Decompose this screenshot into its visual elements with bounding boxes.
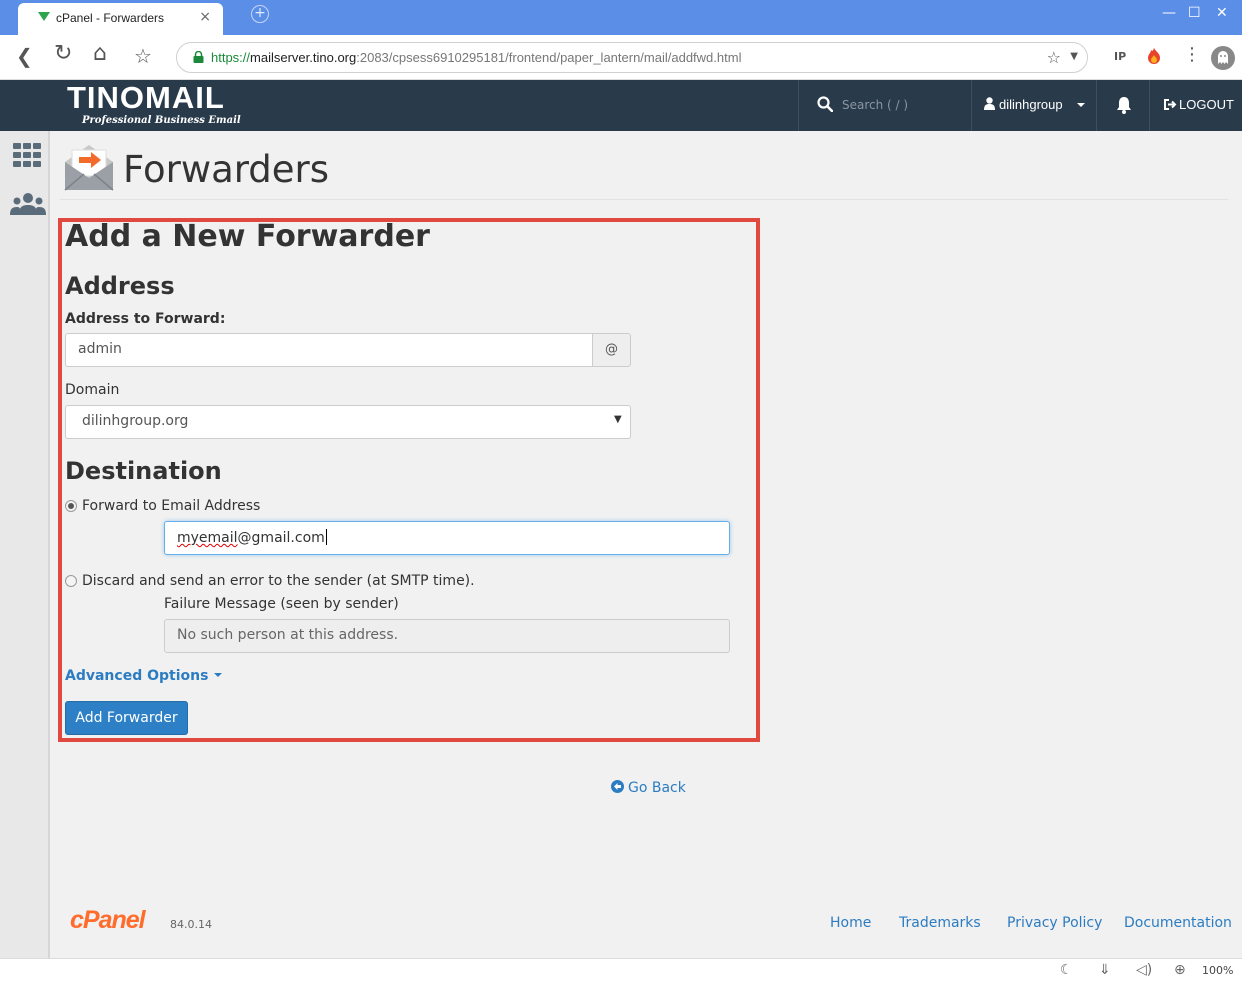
home-icon[interactable]: ⌂ <box>93 41 107 66</box>
bookmark-icon[interactable]: ☆ <box>134 44 152 68</box>
back-icon[interactable]: ❮ <box>16 44 33 68</box>
address-label: Address to Forward: <box>65 311 226 327</box>
cpanel-version: 84.0.14 <box>170 918 212 931</box>
footer-privacy-link[interactable]: Privacy Policy <box>1007 915 1102 931</box>
address-section-heading: Address <box>65 272 175 300</box>
nav-divider <box>1149 80 1150 131</box>
ip-extension-icon[interactable]: IP <box>1114 50 1126 63</box>
address-input[interactable]: admin <box>65 333 593 367</box>
search-input[interactable]: Search ( / ) <box>800 80 971 131</box>
cpanel-favicon-icon <box>38 12 50 21</box>
discard-radio[interactable] <box>65 575 77 587</box>
volume-icon[interactable]: ◁) <box>1136 962 1152 978</box>
users-icon[interactable] <box>10 193 46 215</box>
maximize-icon[interactable]: ☐ <box>1188 5 1201 21</box>
zoom-icon[interactable]: ⊕ <box>1174 962 1186 978</box>
destination-section-heading: Destination <box>65 457 222 485</box>
browser-menu-icon[interactable]: ⋮ <box>1183 44 1201 65</box>
url-text: https://mailserver.tino.org:2083/cpsess6… <box>211 50 742 65</box>
add-forwarder-button[interactable]: Add Forwarder <box>65 701 188 735</box>
cpanel-topbar: TINOMAIL Professional Business Email Sea… <box>0 80 1242 131</box>
new-tab-icon[interactable]: + <box>251 5 269 23</box>
browser-statusbar: ☾ ⇓ ◁) ⊕ 100% <box>0 958 1242 982</box>
failure-message-input[interactable]: No such person at this address. <box>164 619 730 653</box>
close-window-icon[interactable]: ✕ <box>1216 5 1228 21</box>
sidebar <box>0 131 50 958</box>
forward-radio[interactable] <box>65 500 77 512</box>
nav-divider <box>798 80 799 131</box>
discard-option-label[interactable]: Discard and send an error to the sender … <box>82 573 475 589</box>
caret-down-icon <box>214 673 223 677</box>
forwarders-envelope-icon <box>64 145 114 191</box>
fire-extension-icon[interactable] <box>1147 48 1161 64</box>
user-icon <box>984 97 995 110</box>
browser-toolbar: ❮ ↻ ⌂ ☆ https://mailserver.tino.org:2083… <box>0 35 1242 80</box>
domain-select[interactable]: dilinhgroup.org <box>65 405 631 439</box>
reload-icon[interactable]: ↻ <box>54 41 72 66</box>
go-back-link[interactable]: Go Back <box>611 780 686 796</box>
failure-message-label: Failure Message (seen by sender) <box>164 596 399 612</box>
page-title: Forwarders <box>123 148 330 191</box>
minimize-icon[interactable]: — <box>1162 5 1176 21</box>
logout-icon <box>1164 99 1177 110</box>
download-icon[interactable]: ⇓ <box>1099 962 1111 978</box>
moon-icon[interactable]: ☾ <box>1060 962 1073 978</box>
at-symbol-addon: @ <box>592 333 631 367</box>
title-divider <box>60 199 1228 200</box>
chevron-down-icon[interactable]: ▼ <box>1070 51 1078 62</box>
domain-label: Domain <box>65 382 120 398</box>
apps-grid-icon[interactable] <box>13 143 41 167</box>
forward-email-input[interactable]: myemail@gmail.com <box>164 521 730 555</box>
text-cursor <box>325 529 327 545</box>
zoom-level: 100% <box>1202 964 1234 977</box>
select-arrow-icon: ▼ <box>614 414 622 425</box>
cpanel-logo[interactable]: cPanel <box>70 906 146 935</box>
tab-title: cPanel - Forwarders <box>56 11 165 25</box>
user-menu[interactable]: dilinhgroup <box>972 80 1096 131</box>
search-icon <box>817 96 833 112</box>
footer-home-link[interactable]: Home <box>830 915 871 931</box>
footer-trademarks-link[interactable]: Trademarks <box>899 915 981 931</box>
tab-close-icon[interactable]: × <box>199 9 211 25</box>
caret-down-icon <box>1077 103 1085 107</box>
browser-titlebar: cPanel - Forwarders × + — ☐ ✕ <box>0 0 1242 35</box>
footer-documentation-link[interactable]: Documentation <box>1124 915 1232 931</box>
form-heading: Add a New Forwarder <box>65 219 430 254</box>
advanced-options-toggle[interactable]: Advanced Options <box>65 668 223 684</box>
bell-icon[interactable] <box>1116 96 1132 114</box>
lock-icon <box>193 51 204 63</box>
arrow-left-circle-icon <box>611 780 624 793</box>
logout-button[interactable]: LOGOUT <box>1164 97 1234 112</box>
forward-option-label[interactable]: Forward to Email Address <box>82 498 260 514</box>
nav-divider <box>1096 80 1097 131</box>
address-bar[interactable]: https://mailserver.tino.org:2083/cpsess6… <box>176 42 1088 73</box>
browser-tab[interactable]: cPanel - Forwarders × <box>18 3 223 35</box>
star-icon[interactable]: ☆ <box>1047 48 1061 67</box>
profile-avatar-icon[interactable] <box>1211 46 1235 70</box>
